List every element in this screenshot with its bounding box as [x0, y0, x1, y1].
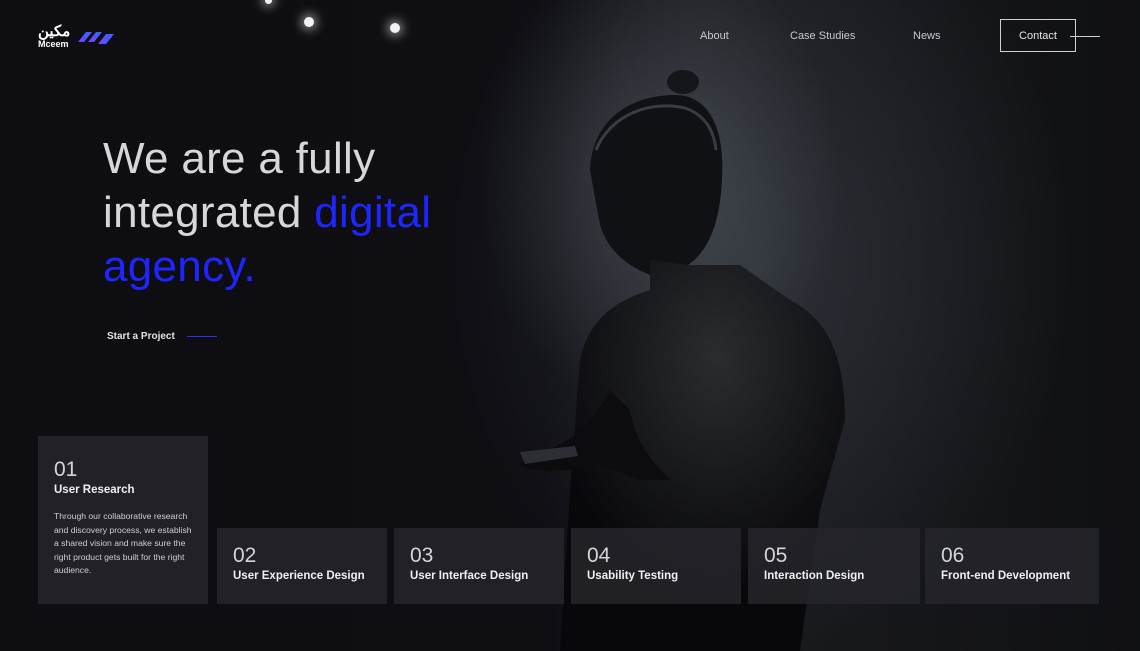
bokeh-light [304, 17, 314, 27]
start-project-label: Start a Project [107, 331, 175, 342]
service-title: Interaction Design [764, 570, 865, 582]
contact-button-label: Contact [1019, 29, 1057, 42]
hero-headline: We are a fully integrated digital agency… [103, 132, 543, 294]
cta-decor-line [186, 336, 217, 337]
service-card-frontend-development[interactable]: 06 Front-end Development [925, 528, 1099, 604]
service-title: Usability Testing [587, 570, 679, 582]
service-number: 04 [587, 544, 611, 567]
service-card-interaction-design[interactable]: 05 Interaction Design [748, 528, 920, 604]
main-navigation: About Case Studies News [0, 30, 1140, 50]
service-title: User Research [54, 484, 135, 496]
service-number: 05 [764, 544, 788, 567]
hero-accent-digital: digital [314, 188, 432, 237]
hero-line-2: integrated [103, 188, 315, 237]
contact-button[interactable]: Contact [1000, 19, 1076, 52]
service-card-ux-design[interactable]: 02 User Experience Design [217, 528, 387, 604]
service-card-usability-testing[interactable]: 04 Usability Testing [571, 528, 741, 604]
nav-link-case-studies[interactable]: Case Studies [790, 30, 855, 42]
service-title: User Interface Design [410, 570, 529, 582]
service-number: 03 [410, 544, 434, 567]
service-number: 02 [233, 544, 257, 567]
nav-link-news[interactable]: News [913, 30, 941, 42]
service-title: User Experience Design [233, 570, 365, 582]
service-title: Front-end Development [941, 570, 1071, 582]
service-description: Through our collaborative research and d… [54, 511, 192, 575]
nav-link-about[interactable]: About [700, 30, 729, 42]
service-number: 06 [941, 544, 965, 567]
service-number: 01 [54, 458, 78, 481]
service-card-ui-design[interactable]: 03 User Interface Design [394, 528, 564, 604]
service-card-user-research[interactable]: 01 User Research Through our collaborati… [38, 436, 208, 604]
contact-decor-line [1070, 36, 1100, 37]
hero-accent-agency: agency. [103, 242, 256, 291]
start-project-link[interactable]: Start a Project [107, 331, 217, 342]
hero-line-1: We are a fully [103, 134, 376, 183]
